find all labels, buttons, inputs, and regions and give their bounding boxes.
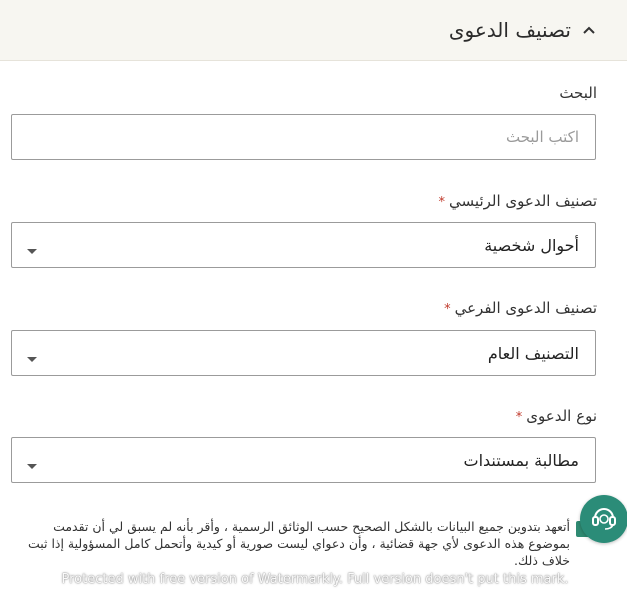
required-mark: * <box>438 195 446 210</box>
claim-type-label: نوع الدعوى* <box>516 407 597 425</box>
sub-category-value: التصنيف العام <box>487 343 579 363</box>
search-label-text: البحث <box>559 84 597 102</box>
chevron-up-icon[interactable] <box>581 22 597 38</box>
chevron-down-icon[interactable] <box>26 456 38 469</box>
main-category-value: أحوال شخصية <box>484 235 579 255</box>
claim-type-label-text: نوع الدعوى <box>526 407 597 425</box>
section-header[interactable]: تصنيف الدعوى <box>0 0 627 61</box>
sub-category-label-text: تصنيف الدعوى الفرعي <box>454 299 597 317</box>
support-button[interactable] <box>580 495 627 543</box>
sub-category-select[interactable]: التصنيف العام <box>11 330 596 376</box>
main-category-select[interactable]: أحوال شخصية <box>11 222 596 268</box>
claim-type-value: مطالبة بمستندات <box>463 450 579 470</box>
claim-type-select[interactable]: مطالبة بمستندات <box>11 437 596 483</box>
chevron-down-icon[interactable] <box>26 349 38 362</box>
main-category-label-text: تصنيف الدعوى الرئيسي <box>449 192 597 210</box>
search-label: البحث <box>559 84 597 102</box>
pledge-text: أتعهد بتدوين جميع البيانات بالشكل الصحيح… <box>27 519 570 568</box>
headset-icon <box>589 502 619 536</box>
chevron-down-icon[interactable] <box>26 241 38 254</box>
sub-category-label: تصنيف الدعوى الفرعي* <box>444 299 597 317</box>
watermark-text: Protected with free version of Watermark… <box>61 572 569 587</box>
required-mark: * <box>444 302 451 317</box>
search-field[interactable] <box>11 114 596 160</box>
search-input[interactable] <box>12 115 595 159</box>
section-title: تصنيف الدعوى <box>448 18 571 42</box>
required-mark: * <box>515 410 523 425</box>
main-category-label: تصنيف الدعوى الرئيسي* <box>439 192 597 210</box>
